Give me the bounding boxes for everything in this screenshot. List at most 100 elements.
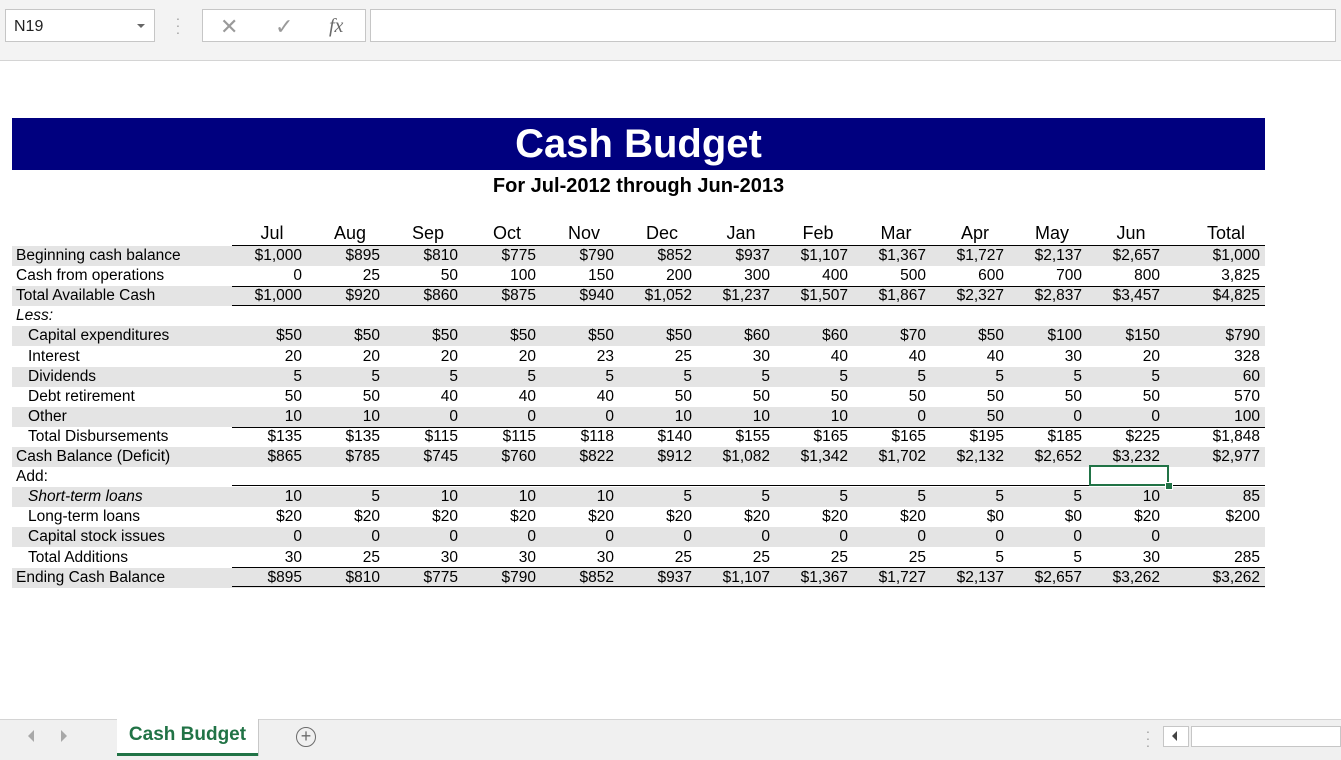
table-cell[interactable]: $1,107 — [694, 568, 770, 588]
table-cell[interactable]: $100 — [1006, 326, 1082, 346]
table-cell[interactable]: 10 — [538, 487, 614, 507]
table-cell[interactable]: 50 — [304, 387, 380, 407]
table-cell[interactable]: $860 — [382, 286, 458, 306]
table-cell[interactable]: $4,825 — [1184, 286, 1260, 306]
table-cell[interactable]: 30 — [382, 548, 458, 568]
add-sheet-icon[interactable]: + — [296, 727, 316, 747]
table-cell[interactable]: $70 — [850, 326, 926, 346]
table-cell[interactable]: 0 — [928, 527, 1004, 547]
table-cell[interactable]: $3,232 — [1084, 447, 1160, 467]
table-cell[interactable]: $20 — [694, 507, 770, 527]
table-cell[interactable]: $810 — [382, 246, 458, 266]
table-cell[interactable]: 100 — [460, 266, 536, 286]
table-cell[interactable]: 40 — [460, 387, 536, 407]
table-cell[interactable]: 0 — [460, 407, 536, 427]
table-cell[interactable]: $20 — [226, 507, 302, 527]
table-cell[interactable]: $0 — [928, 507, 1004, 527]
enter-icon[interactable]: ✓ — [275, 14, 293, 40]
table-cell[interactable]: $20 — [1084, 507, 1160, 527]
table-cell[interactable]: 40 — [382, 387, 458, 407]
table-cell[interactable]: 30 — [226, 548, 302, 568]
tab-cash-budget[interactable]: Cash Budget — [117, 719, 258, 756]
table-cell[interactable]: 10 — [1084, 487, 1160, 507]
table-cell[interactable]: $852 — [538, 568, 614, 588]
table-cell[interactable]: 50 — [1006, 387, 1082, 407]
table-cell[interactable]: $140 — [616, 427, 692, 447]
table-cell[interactable]: $195 — [928, 427, 1004, 447]
table-cell[interactable]: $50 — [304, 326, 380, 346]
scroll-tabs-left-icon[interactable] — [28, 730, 34, 742]
table-cell[interactable]: 0 — [226, 527, 302, 547]
table-cell[interactable]: 20 — [226, 347, 302, 367]
formula-input[interactable] — [370, 9, 1336, 42]
table-cell[interactable]: 5 — [850, 487, 926, 507]
table-cell[interactable]: 0 — [694, 527, 770, 547]
table-cell[interactable]: $50 — [226, 326, 302, 346]
table-cell[interactable]: $2,327 — [928, 286, 1004, 306]
table-cell[interactable]: 85 — [1184, 487, 1260, 507]
chevron-down-icon[interactable] — [137, 24, 145, 28]
more-options-icon[interactable]: · · · — [175, 11, 181, 39]
table-cell[interactable]: $2,132 — [928, 447, 1004, 467]
table-cell[interactable]: 10 — [226, 407, 302, 427]
table-cell[interactable]: 20 — [304, 347, 380, 367]
tab-split-handle-icon[interactable]: · · · — [1145, 724, 1151, 752]
table-cell[interactable]: 10 — [382, 487, 458, 507]
table-cell[interactable]: 328 — [1184, 347, 1260, 367]
table-cell[interactable]: $895 — [304, 246, 380, 266]
table-cell[interactable]: 5 — [226, 367, 302, 387]
table-cell[interactable]: 50 — [616, 387, 692, 407]
table-cell[interactable]: $1,107 — [772, 246, 848, 266]
table-cell[interactable]: $920 — [304, 286, 380, 306]
horizontal-scroll-left-button[interactable] — [1163, 726, 1189, 747]
selected-cell[interactable] — [1089, 465, 1169, 486]
fill-handle[interactable] — [1165, 482, 1173, 490]
table-cell[interactable]: 0 — [1084, 527, 1160, 547]
table-cell[interactable]: $0 — [1006, 507, 1082, 527]
table-cell[interactable]: 5 — [694, 487, 770, 507]
table-cell[interactable]: 10 — [304, 407, 380, 427]
table-cell[interactable]: 50 — [928, 387, 1004, 407]
table-cell[interactable]: $937 — [616, 568, 692, 588]
table-cell[interactable]: 570 — [1184, 387, 1260, 407]
table-cell[interactable]: 0 — [772, 527, 848, 547]
table-cell[interactable]: 25 — [304, 266, 380, 286]
table-cell[interactable]: $165 — [772, 427, 848, 447]
table-cell[interactable]: $115 — [382, 427, 458, 447]
table-cell[interactable]: 10 — [694, 407, 770, 427]
table-cell[interactable]: 600 — [928, 266, 1004, 286]
table-cell[interactable]: $852 — [616, 246, 692, 266]
table-cell[interactable]: $50 — [382, 326, 458, 346]
table-cell[interactable]: $790 — [538, 246, 614, 266]
table-cell[interactable]: 20 — [1084, 347, 1160, 367]
table-cell[interactable]: $3,262 — [1184, 568, 1260, 588]
table-cell[interactable]: 100 — [1184, 407, 1260, 427]
table-cell[interactable]: $2,137 — [1006, 246, 1082, 266]
table-cell[interactable]: $3,262 — [1084, 568, 1160, 588]
table-cell[interactable]: 300 — [694, 266, 770, 286]
table-cell[interactable]: 400 — [772, 266, 848, 286]
name-box[interactable]: N19 — [5, 9, 155, 42]
table-cell[interactable]: $3,457 — [1084, 286, 1160, 306]
table-cell[interactable]: 30 — [538, 548, 614, 568]
table-cell[interactable]: $2,657 — [1006, 568, 1082, 588]
table-cell[interactable]: $50 — [538, 326, 614, 346]
table-cell[interactable]: 0 — [1006, 407, 1082, 427]
table-cell[interactable]: $50 — [928, 326, 1004, 346]
insert-function-icon[interactable]: fx — [329, 15, 343, 38]
table-cell[interactable]: 30 — [460, 548, 536, 568]
table-cell[interactable]: 25 — [850, 548, 926, 568]
scroll-tabs-right-icon[interactable] — [61, 730, 67, 742]
table-cell[interactable]: $1,727 — [850, 568, 926, 588]
table-cell[interactable]: $2,652 — [1006, 447, 1082, 467]
table-cell[interactable]: $135 — [304, 427, 380, 447]
table-cell[interactable]: 50 — [928, 407, 1004, 427]
table-cell[interactable]: 800 — [1084, 266, 1160, 286]
table-cell[interactable]: $1,507 — [772, 286, 848, 306]
table-cell[interactable]: $20 — [850, 507, 926, 527]
table-cell[interactable]: 25 — [694, 548, 770, 568]
table-cell[interactable]: 700 — [1006, 266, 1082, 286]
table-cell[interactable]: $937 — [694, 246, 770, 266]
table-cell[interactable]: 50 — [694, 387, 770, 407]
table-cell[interactable]: 5 — [460, 367, 536, 387]
